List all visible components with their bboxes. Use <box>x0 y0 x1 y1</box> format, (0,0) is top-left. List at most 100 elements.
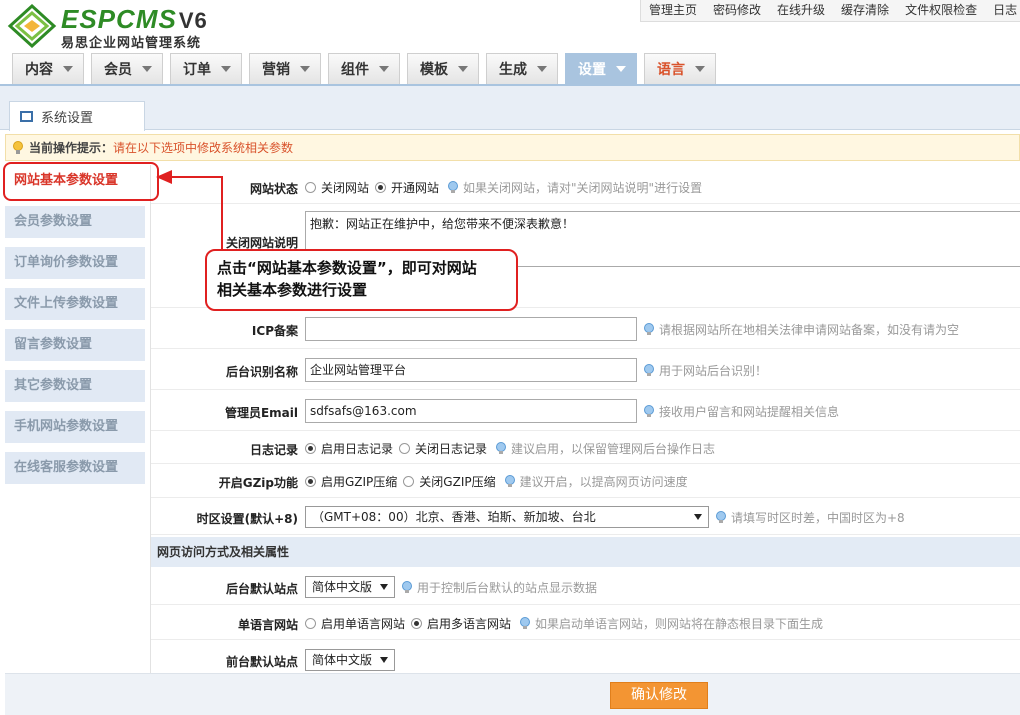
link-file-permission-check[interactable]: 文件权限检查 <box>897 0 985 21</box>
logo: ESPCMSV6 易思企业网站管理系统 <box>6 4 220 51</box>
info-bulb-icon <box>402 580 412 593</box>
hint-admin-email: 接收用户留言和网站提醒相关信息 <box>641 403 839 420</box>
dropdown-arrow-icon <box>694 514 702 520</box>
radio-log-off[interactable]: 关闭日志记录 <box>399 440 487 457</box>
radio-log-on[interactable]: 启用日志记录 <box>305 440 393 457</box>
info-bulb-icon <box>496 442 507 454</box>
link-log[interactable]: 日志 <box>985 0 1020 21</box>
radio-multi-language[interactable]: 启用多语言网站 <box>411 615 511 632</box>
link-clear-cache[interactable]: 缓存清除 <box>833 0 897 21</box>
info-bulb-icon <box>520 617 531 629</box>
sidebar-item-order-inquiry[interactable]: 订单询价参数设置 <box>5 247 145 279</box>
nav-tab-content[interactable]: 内容 <box>12 53 84 84</box>
cms-admin-window: ESPCMSV6 易思企业网站管理系统 管理主页 密码修改 在线升级 缓存清除 … <box>0 0 1020 715</box>
radio-single-language[interactable]: 启用单语言网站 <box>305 615 405 632</box>
info-bulb-icon <box>716 510 726 523</box>
radio-gzip-off[interactable]: 关闭GZIP压缩 <box>403 473 496 490</box>
label-admin-email: 管理员Email <box>224 406 298 420</box>
radio-open-site[interactable]: 开通网站 <box>375 179 439 196</box>
front-default-site-select[interactable]: 简体中文版 <box>305 649 395 671</box>
confirm-submit-button[interactable]: 确认修改 <box>610 682 708 709</box>
radio-close-site[interactable]: 关闭网站 <box>305 179 369 196</box>
label-gzip: 开启GZip功能 <box>218 476 298 490</box>
row-admin-default-site: 后台默认站点 简体中文版 用于控制后台默认的站点显示数据 <box>151 567 1020 605</box>
hint-log: 建议启用，以保留管理网后台操作日志 <box>493 440 715 457</box>
nav-tab-order[interactable]: 订单 <box>170 53 242 84</box>
annotation-highlight-box <box>3 162 159 201</box>
nav-tab-member[interactable]: 会员 <box>91 53 163 84</box>
radio-gzip-on[interactable]: 启用GZIP压缩 <box>305 473 397 490</box>
row-admin-email: 管理员Email sdfsafs@163.com 接收用户留言和网站提醒相关信息 <box>151 390 1020 431</box>
form-footer: 确认修改 <box>5 673 1020 715</box>
nav-tab-marketing[interactable]: 营销 <box>249 53 321 84</box>
row-log: 日志记录 启用日志记录 关闭日志记录 建议启用，以保留管理网后台操作日志 <box>151 431 1020 464</box>
callout-line-2: 相关基本参数进行设置 <box>217 281 368 299</box>
info-bulb-icon <box>644 363 654 376</box>
chevron-down-icon <box>142 66 152 72</box>
sidebar-item-other[interactable]: 其它参数设置 <box>5 370 145 402</box>
settings-form: 网站状态 关闭网站 开通网站 如果关闭网站，请对"关闭网站说明"进行设置 关闭网… <box>150 165 1020 673</box>
hint-timezone: 请填写时区时差，中国时区为+8 <box>713 509 905 526</box>
chevron-down-icon <box>458 66 468 72</box>
hint-gzip: 建议开启，以提高网页访问速度 <box>502 473 688 490</box>
tip-text: 请在以下选项中修改系统相关参数 <box>113 141 294 155</box>
lightbulb-icon <box>13 140 23 154</box>
icp-input[interactable] <box>305 317 637 341</box>
chevron-down-icon <box>300 66 310 72</box>
info-bulb-icon <box>644 404 654 417</box>
nav-tab-generate[interactable]: 生成 <box>486 53 558 84</box>
tab-system-settings[interactable]: 系统设置 <box>9 101 145 131</box>
section-access-title: 网页访问方式及相关属性 <box>151 537 1020 567</box>
sidebar-item-message[interactable]: 留言参数设置 <box>5 329 145 361</box>
annotation-callout: 点击“网站基本参数设置”，即可对网站 相关基本参数进行设置 <box>205 249 518 311</box>
row-admin-name: 后台识别名称 企业网站管理平台 用于网站后台识别！ <box>151 349 1020 390</box>
sidebar-item-mobile-site[interactable]: 手机网站参数设置 <box>5 411 145 443</box>
label-icp: ICP备案 <box>251 324 298 338</box>
callout-line-1: 点击“网站基本参数设置”，即可对网站 <box>217 259 477 277</box>
admin-default-site-select[interactable]: 简体中文版 <box>305 576 395 598</box>
link-admin-home[interactable]: 管理主页 <box>641 0 705 21</box>
main-nav: 内容 会员 订单 营销 组件 模板 生成 设置 语言 <box>12 53 723 84</box>
monitor-icon <box>20 111 33 122</box>
row-timezone: 时区设置(默认+8) （GMT+08：00）北京、香港、珀斯、新加坡、台北 请填… <box>151 498 1020 535</box>
admin-name-input[interactable]: 企业网站管理平台 <box>305 358 637 382</box>
chevron-down-icon <box>616 66 626 72</box>
label-timezone: 时区设置(默认+8) <box>196 512 298 526</box>
label-admin-default-site: 后台默认站点 <box>225 582 298 596</box>
operation-tip-bar: 当前操作提示： 请在以下选项中修改系统相关参数 <box>5 134 1020 161</box>
nav-tab-component[interactable]: 组件 <box>328 53 400 84</box>
sidebar-item-file-upload[interactable]: 文件上传参数设置 <box>5 288 145 320</box>
hint-admin-name: 用于网站后台识别！ <box>641 362 767 379</box>
label-admin-name: 后台识别名称 <box>225 365 298 379</box>
sub-tab-bar: 系统设置 <box>0 86 1020 131</box>
row-gzip: 开启GZip功能 启用GZIP压缩 关闭GZIP压缩 建议开启，以提高网页访问速… <box>151 464 1020 498</box>
row-site-status: 网站状态 关闭网站 开通网站 如果关闭网站，请对"关闭网站说明"进行设置 <box>151 165 1020 204</box>
sidebar-item-member[interactable]: 会员参数设置 <box>5 206 145 238</box>
row-icp: ICP备案 请根据网站所在地相关法律申请网站备案，如没有请为空 <box>151 308 1020 349</box>
nav-tab-settings[interactable]: 设置 <box>565 53 637 84</box>
nav-tab-template[interactable]: 模板 <box>407 53 479 84</box>
label-log: 日志记录 <box>249 443 298 457</box>
nav-tab-language[interactable]: 语言 <box>644 53 716 84</box>
hint-single-language: 如果启动单语言网站，则网站将在静态根目录下面生成 <box>517 615 823 632</box>
label-front-default-site: 前台默认站点 <box>225 655 298 669</box>
sidebar-item-online-service[interactable]: 在线客服参数设置 <box>5 452 145 484</box>
logo-subtitle: 易思企业网站管理系统 <box>61 36 202 51</box>
admin-email-input[interactable]: sdfsafs@163.com <box>305 399 637 423</box>
espcms-logo-icon <box>7 4 57 48</box>
timezone-select[interactable]: （GMT+08：00）北京、香港、珀斯、新加坡、台北 <box>305 506 709 528</box>
info-bulb-icon <box>504 475 515 487</box>
top-links-bar: 管理主页 密码修改 在线升级 缓存清除 文件权限检查 日志 <box>640 0 1020 22</box>
dropdown-arrow-icon <box>380 657 389 663</box>
link-change-password[interactable]: 密码修改 <box>705 0 769 21</box>
hint-admin-default-site: 用于控制后台默认的站点显示数据 <box>399 579 597 596</box>
chevron-down-icon <box>695 66 705 72</box>
chevron-down-icon <box>379 66 389 72</box>
info-bulb-icon <box>448 181 459 193</box>
dropdown-arrow-icon <box>380 584 389 590</box>
chevron-down-icon <box>221 66 231 72</box>
link-online-upgrade[interactable]: 在线升级 <box>769 0 833 21</box>
hint-site-status: 如果关闭网站，请对"关闭网站说明"进行设置 <box>445 179 702 196</box>
logo-brand: ESPCMSV6 <box>61 4 208 34</box>
chevron-down-icon <box>63 66 73 72</box>
